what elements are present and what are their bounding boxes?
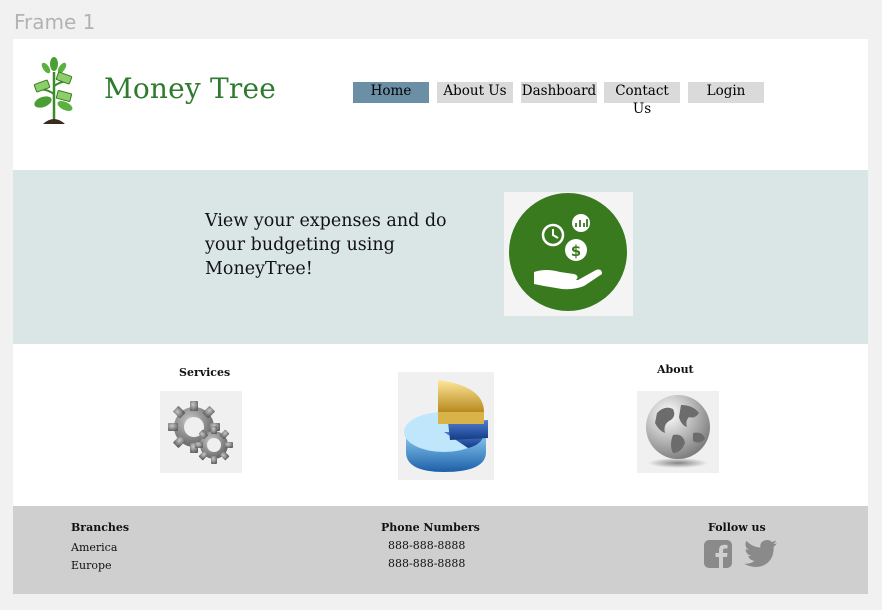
hero-banner: View your expenses and do your budgeting… [13, 170, 868, 344]
nav-home[interactable]: Home [353, 82, 429, 103]
pie-chart-icon [404, 380, 488, 472]
about-title: About [657, 363, 694, 376]
phone-numbers-title: Phone Numbers [381, 521, 480, 534]
frame-label: Frame 1 [14, 10, 96, 34]
phone-number: 888-888-8888 [388, 539, 466, 552]
facebook-icon[interactable] [704, 540, 732, 568]
nav-dashboard[interactable]: Dashboard [521, 82, 597, 103]
hero-text: View your expenses and do your budgeting… [205, 211, 447, 279]
services-image[interactable] [160, 391, 242, 473]
footer: Branches America Europe Phone Numbers 88… [13, 506, 868, 594]
nav-contact-us[interactable]: Contact Us [604, 82, 680, 117]
hero-image: $ [504, 192, 633, 316]
branch-item[interactable]: America [71, 541, 117, 554]
money-tree-icon [33, 57, 73, 124]
nav-login[interactable]: Login [688, 82, 764, 103]
branches-title: Branches [71, 521, 130, 534]
follow-us-title: Follow us [708, 521, 766, 534]
phone-number: 888-888-8888 [388, 557, 466, 570]
svg-text:$: $ [571, 242, 581, 260]
features-section: Services About [13, 344, 868, 506]
hand-coins-icon: $ [509, 193, 627, 311]
center-chart-image[interactable] [398, 372, 494, 480]
services-title: Services [179, 366, 231, 379]
header: Money Tree Home About Us Dashboard Conta… [13, 39, 868, 170]
globe-icon [646, 395, 710, 468]
branch-item[interactable]: Europe [71, 559, 112, 572]
about-image[interactable] [637, 391, 719, 473]
brand-title: Money Tree [104, 72, 277, 105]
nav-about-us[interactable]: About Us [437, 82, 513, 103]
page-frame: Money Tree Home About Us Dashboard Conta… [13, 39, 868, 594]
twitter-icon[interactable] [744, 540, 777, 567]
gears-icon [168, 401, 233, 464]
